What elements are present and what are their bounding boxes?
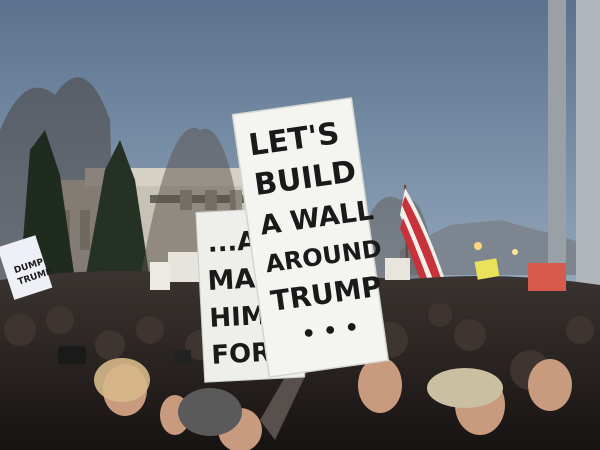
utility-pole-2 bbox=[576, 0, 600, 300]
small-sign bbox=[150, 262, 170, 290]
camera bbox=[58, 346, 86, 364]
beanie bbox=[178, 388, 242, 436]
small-sign bbox=[168, 252, 200, 282]
photo-scene: DUMP TRUMP ...AN MAKE HIM PA FOR LET'S B… bbox=[0, 0, 600, 450]
street-light bbox=[512, 249, 518, 255]
blonde-hair bbox=[94, 358, 150, 402]
utility-pole bbox=[548, 0, 566, 300]
street-light bbox=[474, 242, 482, 250]
small-sign bbox=[385, 258, 410, 280]
phone bbox=[173, 350, 191, 364]
second-sign-line-4: FOR bbox=[211, 338, 272, 371]
small-sign-red bbox=[528, 263, 566, 291]
protest-photo: DUMP TRUMP ...AN MAKE HIM PA FOR LET'S B… bbox=[0, 0, 600, 450]
small-sign-yellow bbox=[474, 258, 500, 280]
flat-cap bbox=[427, 368, 503, 408]
